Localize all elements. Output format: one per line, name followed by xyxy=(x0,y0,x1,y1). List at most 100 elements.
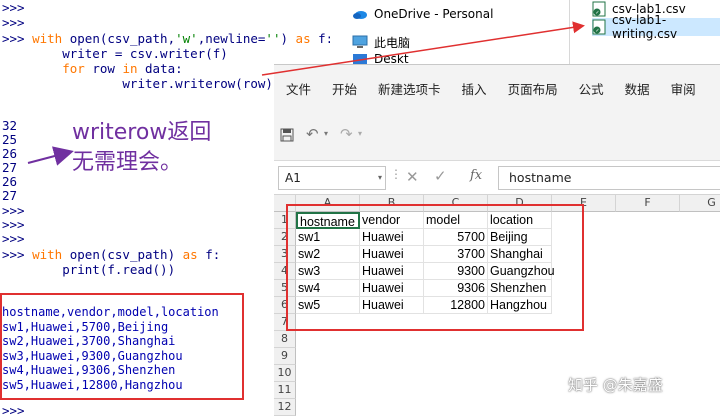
undo-icon[interactable]: ↶ xyxy=(306,125,319,143)
cell-b1[interactable]: vendor xyxy=(360,212,424,229)
row-header[interactable]: 10 xyxy=(274,365,296,382)
row-header[interactable]: 5 xyxy=(274,280,296,297)
tab-formulas[interactable]: 公式 xyxy=(579,79,604,98)
cell-b6[interactable]: Huawei xyxy=(360,297,424,314)
cancel-icon[interactable]: ✕ xyxy=(406,168,419,186)
more-icon: ⋮ xyxy=(390,167,402,181)
return-value: 26 xyxy=(2,146,18,161)
row-header[interactable]: 11 xyxy=(274,382,296,399)
chevron-down-icon[interactable]: ▾ xyxy=(324,129,328,138)
cell-d6[interactable]: Hangzhou xyxy=(488,297,552,314)
cell-b2[interactable]: Huawei xyxy=(360,229,424,246)
file-explorer: OneDrive - Personal 此电脑 Deskt ✓ csv-lab1… xyxy=(330,0,720,64)
cell-c5[interactable]: 9306 xyxy=(424,280,488,297)
output-line: sw4,Huawei,9306,Shenzhen xyxy=(2,363,176,377)
code-line-with-open-read: >>> with open(csv_path) as f: xyxy=(2,247,221,262)
cloud-icon xyxy=(352,7,368,21)
output-line: sw3,Huawei,9300,Guangzhou xyxy=(2,348,183,363)
cell-d2[interactable]: Beijing xyxy=(488,229,552,246)
cell-d1[interactable]: location xyxy=(488,212,552,229)
tab-page-layout[interactable]: 页面布局 xyxy=(508,79,558,98)
chevron-down-icon[interactable]: ▾ xyxy=(378,173,382,182)
shell-prompt: >>> xyxy=(2,0,25,15)
ribbon-tabs: 文件 开始 新建选项卡 插入 页面布局 公式 数据 审阅 xyxy=(274,65,720,111)
cell-d5[interactable]: Shenzhen xyxy=(488,280,552,297)
quick-access-toolbar: ↶ ▾ ↷ ▾ xyxy=(274,111,720,161)
column-header[interactable]: A xyxy=(296,195,360,212)
cell-c3[interactable]: 3700 xyxy=(424,246,488,263)
column-header[interactable]: C xyxy=(424,195,488,212)
row-header[interactable]: 3 xyxy=(274,246,296,263)
row-header[interactable]: 4 xyxy=(274,263,296,280)
function-icon[interactable]: fx xyxy=(470,168,482,183)
cell-d4[interactable]: Guangzhou xyxy=(488,263,555,280)
cell-a4[interactable]: sw3 xyxy=(296,263,360,280)
shell-prompt: >>> xyxy=(2,203,25,218)
row-header[interactable]: 6 xyxy=(274,297,296,314)
save-icon[interactable] xyxy=(280,127,294,146)
formula-bar: A1 ▾ ⋮ ✕ ✓ fx hostname xyxy=(274,161,720,195)
row-header[interactable]: 2 xyxy=(274,229,296,246)
chevron-down-icon[interactable]: ▾ xyxy=(358,129,362,138)
output-line: sw1,Huawei,5700,Beijing xyxy=(2,319,169,334)
nav-item-label: OneDrive - Personal xyxy=(374,7,494,21)
code-line-with-open-write: >>> with open(csv_path,'w',newline='') a… xyxy=(2,31,334,46)
tab-data[interactable]: 数据 xyxy=(625,79,650,98)
row-header[interactable]: 7 xyxy=(274,314,296,331)
nav-item-onedrive[interactable]: OneDrive - Personal xyxy=(352,4,493,24)
svg-text:✓: ✓ xyxy=(595,10,599,16)
cell-b4[interactable]: Huawei xyxy=(360,263,424,280)
cell-c4[interactable]: 9300 xyxy=(424,263,488,280)
code-line-for: for row in data: xyxy=(62,61,183,76)
select-all-corner[interactable] xyxy=(274,195,296,212)
cell-d3[interactable]: Shanghai xyxy=(488,246,552,263)
confirm-icon[interactable]: ✓ xyxy=(434,167,447,185)
name-box[interactable]: A1 xyxy=(278,166,386,190)
excel-window: 文件 开始 新建选项卡 插入 页面布局 公式 数据 审阅 ↶ ▾ ↷ ▾ A1 … xyxy=(274,64,720,418)
row-header[interactable]: 8 xyxy=(274,331,296,348)
tab-home[interactable]: 开始 xyxy=(332,79,357,98)
column-header[interactable]: E xyxy=(552,195,616,212)
shell-prompt: >>> xyxy=(2,231,25,246)
tab-file[interactable]: 文件 xyxy=(286,79,311,98)
folder-icon xyxy=(352,54,368,64)
return-value: 27 xyxy=(2,160,18,175)
nav-item-desktop[interactable]: Deskt xyxy=(352,54,409,64)
csv-output: hostname,vendor,model,location sw1,Huawei… xyxy=(2,305,219,392)
cell-c2[interactable]: 5700 xyxy=(424,229,488,246)
code-line-writer: writer = csv.writer(f) xyxy=(2,46,228,61)
nav-item-label: Deskt xyxy=(374,54,409,64)
cell-b3[interactable]: Huawei xyxy=(360,246,424,263)
row-header[interactable]: 9 xyxy=(274,348,296,365)
nav-item-this-pc[interactable]: 此电脑 xyxy=(352,32,410,52)
cell-a2[interactable]: sw1 xyxy=(296,229,360,246)
redo-icon[interactable]: ↷ xyxy=(340,125,353,143)
python-shell[interactable]: >>> >>> >>> with open(csv_path,'w',newli… xyxy=(0,0,333,418)
row-header[interactable]: 12 xyxy=(274,399,296,416)
shell-prompt: >>> xyxy=(2,217,25,232)
column-header[interactable]: B xyxy=(360,195,424,212)
code-line-print: print(f.read()) xyxy=(2,262,176,277)
column-header[interactable]: G xyxy=(680,195,720,212)
column-header[interactable]: D xyxy=(488,195,552,212)
watermark: 知乎 @朱嘉盛 xyxy=(568,376,663,394)
cell-a6[interactable]: sw5 xyxy=(296,297,360,314)
file-csv-lab1-writing[interactable]: ✓ csv-lab1-writing.csv xyxy=(592,13,720,41)
tab-review[interactable]: 审阅 xyxy=(671,79,696,98)
cell-a1[interactable]: hostname xyxy=(296,212,360,229)
output-line: sw5,Huawei,12800,Hangzhou xyxy=(2,377,183,392)
return-value: 25 xyxy=(2,132,18,147)
code-line-writerow: writer.writerow(row) xyxy=(2,76,273,91)
formula-input[interactable]: hostname xyxy=(498,166,720,190)
cell-b5[interactable]: Huawei xyxy=(360,280,424,297)
cell-a3[interactable]: sw2 xyxy=(296,246,360,263)
cell-a5[interactable]: sw4 xyxy=(296,280,360,297)
return-value: 26 xyxy=(2,174,18,189)
column-header[interactable]: F xyxy=(616,195,680,212)
tab-insert[interactable]: 插入 xyxy=(462,79,487,98)
shell-prompt: >>> xyxy=(2,403,25,418)
row-header[interactable]: 1 xyxy=(274,212,296,229)
cell-c1[interactable]: model xyxy=(424,212,488,229)
tab-new[interactable]: 新建选项卡 xyxy=(378,79,441,98)
cell-c6[interactable]: 12800 xyxy=(424,297,488,314)
